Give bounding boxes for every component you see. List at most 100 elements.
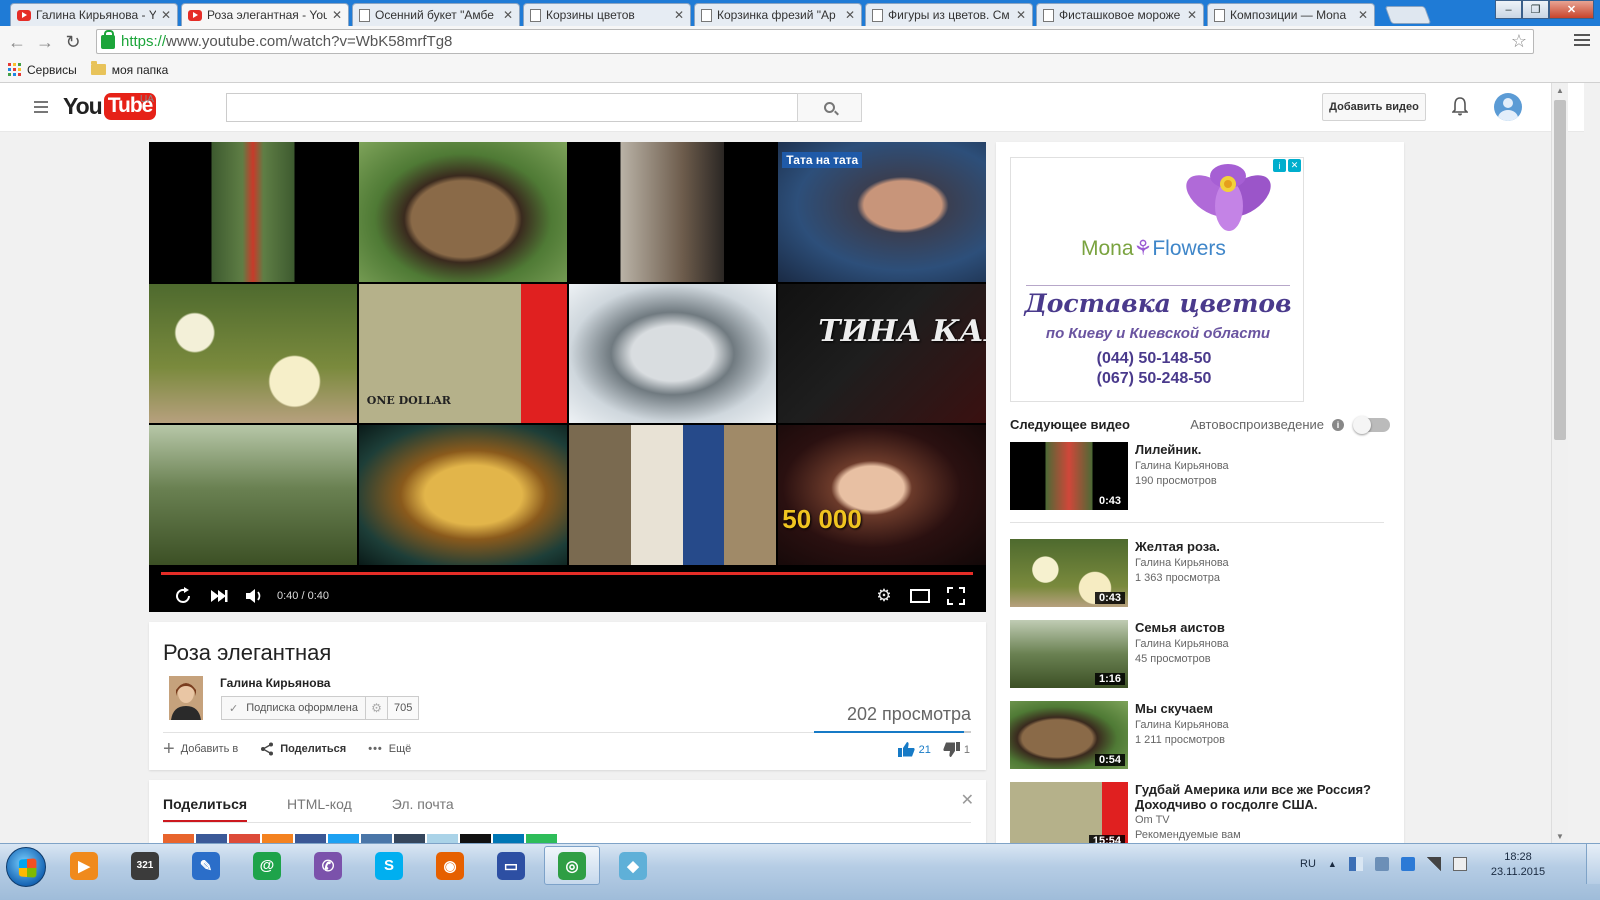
subscribe-button[interactable]: ✓ Подписка оформлена ⚙ 705 xyxy=(221,696,420,720)
page-scrollbar[interactable]: ▲ ▼ xyxy=(1551,83,1568,843)
related-video-item[interactable]: 0:43 Желтая роза. Галина Кирьянова 1 363 пр… xyxy=(1010,539,1390,607)
related-video-item[interactable]: 15:54 Гудбай Америка или все же Россия? Д… xyxy=(1010,782,1390,850)
share-button[interactable]: Поделиться xyxy=(260,742,346,756)
bookmark-services[interactable]: Сервисы xyxy=(8,63,77,77)
end-screen-thumbnail[interactable]: 50 000 xyxy=(778,425,986,565)
taskbar-app-skype[interactable]: S xyxy=(361,846,417,885)
end-screen-thumbnail[interactable] xyxy=(149,142,357,282)
guide-menu-icon[interactable] xyxy=(34,101,48,116)
chrome-menu-icon[interactable] xyxy=(1574,31,1590,49)
share-tab-embed[interactable]: HTML-код xyxy=(287,796,352,822)
taskbar-app-save-disk[interactable]: ▭ xyxy=(483,846,539,885)
close-window-button[interactable]: ✕ xyxy=(1549,0,1594,19)
taskbar-app-paint-editor[interactable]: ✎ xyxy=(178,846,234,885)
tab-close-icon[interactable]: ✕ xyxy=(674,8,684,22)
browser-tab[interactable]: Осенний букет "Амбе ✕ xyxy=(352,3,520,26)
related-video-thumbnail[interactable]: 0:43 xyxy=(1010,539,1128,607)
related-video-title[interactable]: Желтая роза. xyxy=(1135,539,1385,554)
subscription-settings-icon[interactable]: ⚙ xyxy=(366,697,388,719)
related-video-title[interactable]: Гудбай Америка или все же Россия? Доходч… xyxy=(1135,782,1385,812)
end-screen-thumbnail[interactable]: Тата на тата xyxy=(778,142,986,282)
mute-icon[interactable] xyxy=(1374,857,1389,871)
ad-close-icon[interactable]: ✕ xyxy=(1288,159,1301,172)
notifications-bell-icon[interactable] xyxy=(1452,97,1468,117)
browser-tab[interactable]: Фисташковое мороже ✕ xyxy=(1036,3,1204,26)
system-clock[interactable]: 18:28 23.11.2015 xyxy=(1486,850,1550,880)
settings-gear-icon[interactable]: ⚙ xyxy=(866,579,902,612)
forward-button[interactable]: → xyxy=(34,31,56,53)
fullscreen-icon[interactable] xyxy=(938,579,974,612)
related-video-item[interactable]: 1:16 Семья аистов Галина Кирьянова 45 просм… xyxy=(1010,620,1390,688)
reload-button[interactable]: ↻ xyxy=(62,31,84,53)
related-video-thumbnail[interactable]: 0:54 xyxy=(1010,701,1128,769)
browser-tab[interactable]: Фигуры из цветов. См ✕ xyxy=(865,3,1033,26)
browser-tab[interactable]: Роза элегантная - You ✕ xyxy=(181,3,349,26)
tab-close-icon[interactable]: ✕ xyxy=(1016,8,1026,22)
scroll-down-icon[interactable]: ▼ xyxy=(1556,832,1564,841)
browser-tab[interactable]: Корзины цветов ✕ xyxy=(523,3,691,26)
related-video-thumbnail[interactable]: 1:16 xyxy=(1010,620,1128,688)
end-screen-thumbnail[interactable]: ONE DOLLAR xyxy=(358,283,567,424)
ad-choices-badge[interactable]: i ✕ xyxy=(1273,159,1301,172)
scrollbar-thumb[interactable] xyxy=(1554,100,1566,440)
search-button[interactable] xyxy=(797,93,862,122)
new-tab-button[interactable] xyxy=(1384,6,1432,24)
address-bar[interactable]: https://www.youtube.com/watch?v=WbK58mrf… xyxy=(96,29,1534,54)
taskbar-app-chrome[interactable]: ◎ xyxy=(544,846,600,885)
end-screen-thumbnail[interactable] xyxy=(358,142,567,282)
browser-tab[interactable]: Корзинка фрезий "Ар ✕ xyxy=(694,3,862,26)
share-tab-email[interactable]: Эл. почта xyxy=(392,796,454,822)
language-indicator[interactable]: RU xyxy=(1300,858,1316,870)
channel-name[interactable]: Галина Кирьянова xyxy=(220,676,330,690)
show-desktop-button[interactable] xyxy=(1586,844,1600,884)
replay-icon[interactable] xyxy=(165,579,201,612)
add-to-button[interactable]: + Добавить в xyxy=(163,739,238,759)
related-video-item[interactable]: 0:54 Мы скучаем Галина Кирьянова 1 211 прос… xyxy=(1010,701,1390,769)
tab-close-icon[interactable]: ✕ xyxy=(503,8,513,22)
tab-close-icon[interactable]: ✕ xyxy=(1358,8,1368,22)
end-screen-thumbnail[interactable] xyxy=(149,283,357,424)
end-screen-thumbnail[interactable] xyxy=(149,425,357,565)
end-screen-thumbnail[interactable]: ТИНА КАРОЛЬ xyxy=(778,283,986,424)
share-tab-share[interactable]: Поделиться xyxy=(163,796,248,822)
network-icon[interactable] xyxy=(1400,857,1415,871)
taskbar-app-eraser-app[interactable]: ◆ xyxy=(605,846,661,885)
taskbar-app-media-classic[interactable]: 321 xyxy=(117,846,173,885)
scroll-up-icon[interactable]: ▲ xyxy=(1556,86,1564,95)
more-button[interactable]: ••• Ещё xyxy=(368,743,411,755)
end-screen-thumbnail[interactable] xyxy=(568,142,777,282)
browser-tab[interactable]: Галина Кирьянова - Y ✕ xyxy=(10,3,178,26)
info-icon[interactable]: i xyxy=(1332,418,1344,431)
action-center-flag-icon[interactable] xyxy=(1348,857,1363,871)
taskbar-app-firefox[interactable]: ◉ xyxy=(422,846,478,885)
account-avatar[interactable] xyxy=(1494,93,1522,121)
bookmark-folder[interactable]: моя папка xyxy=(90,61,168,77)
end-screen-thumbnail[interactable] xyxy=(568,425,777,565)
upload-video-button[interactable]: Добавить видео xyxy=(1322,93,1426,121)
sidebar-ad-banner[interactable]: Mona⚘Flowers Доставка цветов по Киеву и … xyxy=(1010,157,1304,402)
video-player[interactable]: Тата на татаONE DOLLARТИНА КАРОЛЬ50 000 … xyxy=(149,142,986,612)
theater-mode-icon[interactable] xyxy=(902,579,938,612)
related-video-thumbnail[interactable]: 0:43 xyxy=(1010,442,1128,510)
like-button[interactable]: 21 xyxy=(897,742,931,757)
browser-tab[interactable]: Композиции — Mona ✕ xyxy=(1207,3,1375,26)
start-button[interactable] xyxy=(6,847,46,887)
taskbar-app-media-player[interactable]: ▶ xyxy=(56,846,112,885)
channel-avatar[interactable] xyxy=(169,676,203,720)
close-icon[interactable]: ✕ xyxy=(961,790,974,810)
bookmark-star-icon[interactable]: ☆ xyxy=(1511,31,1527,52)
signal-bars-icon[interactable] xyxy=(1426,857,1441,871)
related-video-title[interactable]: Лилейник. xyxy=(1135,442,1385,457)
taskbar-app-viber[interactable]: ✆ xyxy=(300,846,356,885)
tab-close-icon[interactable]: ✕ xyxy=(845,8,855,22)
progress-bar[interactable] xyxy=(161,572,973,575)
dislike-button[interactable]: 1 xyxy=(943,742,970,757)
ad-info-icon[interactable]: i xyxy=(1273,159,1286,172)
end-screen-thumbnail[interactable] xyxy=(358,425,567,565)
taskbar-app-agent-messenger[interactable]: @ xyxy=(239,846,295,885)
next-video-icon[interactable] xyxy=(201,579,237,612)
maximize-button[interactable]: ❐ xyxy=(1522,0,1549,19)
related-video-title[interactable]: Семья аистов xyxy=(1135,620,1385,635)
tray-expand-icon[interactable]: ▲ xyxy=(1328,859,1337,869)
minimize-button[interactable]: – xyxy=(1495,0,1522,19)
